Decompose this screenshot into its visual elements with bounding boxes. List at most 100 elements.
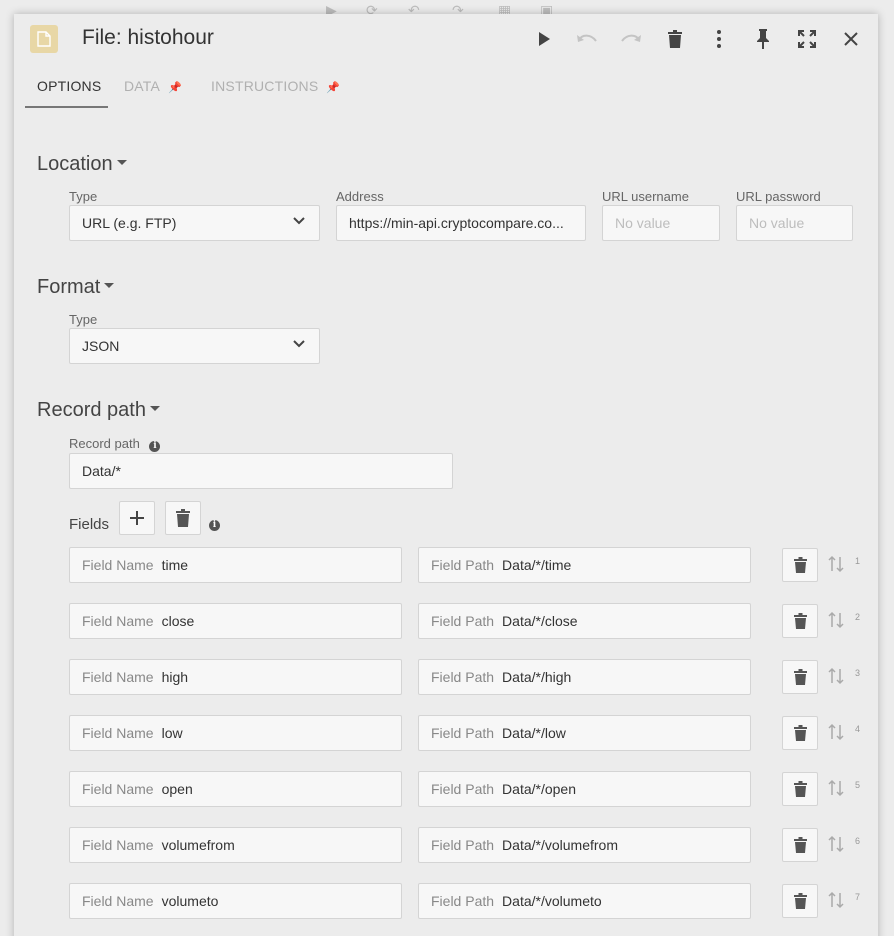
format-section-toggle[interactable]: Format [37,276,115,299]
delete-field-button[interactable] [782,828,818,862]
field-index: 6 [855,836,861,846]
tab-instructions[interactable]: INSTRUCTIONS 📌 [211,74,340,108]
close-icon [844,32,858,46]
field-path-prefix: Field Path [431,669,495,685]
location-type-label: Type [69,189,98,204]
address-input[interactable]: https://min-api.cryptocompare.co... [336,205,586,241]
tab-data[interactable]: DATA 📌 [124,74,182,108]
delete-icon [793,725,807,741]
field-path-input[interactable]: Field Path Data/*/high [418,659,751,695]
field-name-input[interactable]: Field Name close [69,603,402,639]
delete-icon [793,669,807,685]
delete-field-button[interactable] [782,772,818,806]
field-name-prefix: Field Name [82,837,154,853]
format-type-select[interactable]: JSON [69,328,320,364]
delete-icon [793,837,807,853]
tab-options[interactable]: OPTIONS [25,74,108,108]
file-dialog: File: histohour OPTIONS DATA 📌 INSTRUCTI… [14,14,878,936]
fullscreen-button[interactable] [794,26,820,52]
play-icon [539,32,550,46]
url-password-label: URL password [736,189,821,204]
location-type-value: URL (e.g. FTP) [82,215,177,231]
url-password-input[interactable]: No value [736,205,853,241]
field-name-value: close [161,613,195,629]
pin-icon: 📌 [326,82,341,94]
tab-data-label: DATA [124,78,161,94]
field-path-prefix: Field Path [431,781,495,797]
location-section-title: Location [37,153,113,175]
field-path-value: Data/*/low [502,725,566,741]
field-path-input[interactable]: Field Path Data/*/close [418,603,751,639]
info-icon[interactable]: i [149,441,161,452]
run-button[interactable] [531,26,557,52]
field-path-input[interactable]: Field Path Data/*/volumeto [418,883,751,919]
caret-down-icon [116,160,127,166]
drag-sort-icon[interactable] [827,891,845,909]
delete-field-button[interactable] [782,548,818,582]
close-button[interactable] [838,26,864,52]
fields-label: Fields [69,516,110,533]
info-icon[interactable]: i [209,520,220,531]
field-path-input[interactable]: Field Path Data/*/volumefrom [418,827,751,863]
field-row: Field Name high Field Path Data/*/high 3 [69,659,889,695]
field-index: 7 [855,892,861,902]
undo-button[interactable] [574,26,600,52]
field-path-input[interactable]: Field Path Data/*/open [418,771,751,807]
field-index: 1 [855,556,861,566]
field-index: 4 [855,724,861,734]
field-row: Field Name open Field Path Data/*/open 5 [69,771,889,807]
field-name-input[interactable]: Field Name volumefrom [69,827,402,863]
more-vert-icon [717,30,721,48]
location-section-toggle[interactable]: Location [37,153,127,176]
field-name-prefix: Field Name [82,613,154,629]
delete-icon [668,30,682,48]
redo-button[interactable] [618,26,644,52]
drag-sort-icon[interactable] [827,835,845,853]
caret-down-icon [104,283,115,289]
field-row: Field Name volumefrom Field Path Data/*/vo… [69,827,889,863]
field-name-input[interactable]: Field Name low [69,715,402,751]
field-path-value: Data/*/volumeto [502,893,602,909]
format-type-value: JSON [82,338,120,354]
more-options-button[interactable] [706,26,732,52]
caret-down-icon [149,406,160,412]
pin-button[interactable] [750,26,776,52]
field-name-input[interactable]: Field Name high [69,659,402,695]
url-username-input[interactable]: No value [602,205,720,241]
pin-icon: 📌 [168,82,182,94]
field-name-value: low [161,725,183,741]
field-name-input[interactable]: Field Name open [69,771,402,807]
field-path-input[interactable]: Field Path Data/*/low [418,715,751,751]
field-index: 2 [855,612,861,622]
delete-field-button[interactable] [782,660,818,694]
record-path-input[interactable]: Data/* [69,453,453,489]
field-path-prefix: Field Path [431,613,495,629]
field-name-input[interactable]: Field Name time [69,547,402,583]
address-label: Address [336,189,384,204]
delete-field-button[interactable] [782,604,818,638]
redo-icon [621,34,641,42]
drag-sort-icon[interactable] [827,611,845,629]
drag-sort-icon[interactable] [827,555,845,573]
field-row: Field Name low Field Path Data/*/low 4 [69,715,889,751]
delete-icon [793,781,807,797]
field-path-value: Data/*/open [502,781,576,797]
delete-button[interactable] [662,26,688,52]
drag-sort-icon[interactable] [827,779,845,797]
field-path-input[interactable]: Field Path Data/*/time [418,547,751,583]
delete-field-button[interactable] [782,716,818,750]
field-name-prefix: Field Name [82,557,154,573]
drag-sort-icon[interactable] [827,667,845,685]
drag-sort-icon[interactable] [827,723,845,741]
field-path-value: Data/*/high [502,669,572,685]
delete-field-button[interactable] [782,884,818,918]
location-type-select[interactable]: URL (e.g. FTP) [69,205,320,241]
delete-all-fields-button[interactable] [165,501,201,535]
delete-icon [793,893,807,909]
delete-icon [176,509,190,527]
tab-instructions-label: INSTRUCTIONS [211,78,319,94]
field-name-input[interactable]: Field Name volumeto [69,883,402,919]
record-path-section-toggle[interactable]: Record path [37,399,160,422]
dialog-title: File: histohour [82,26,214,49]
add-field-button[interactable] [119,501,155,535]
